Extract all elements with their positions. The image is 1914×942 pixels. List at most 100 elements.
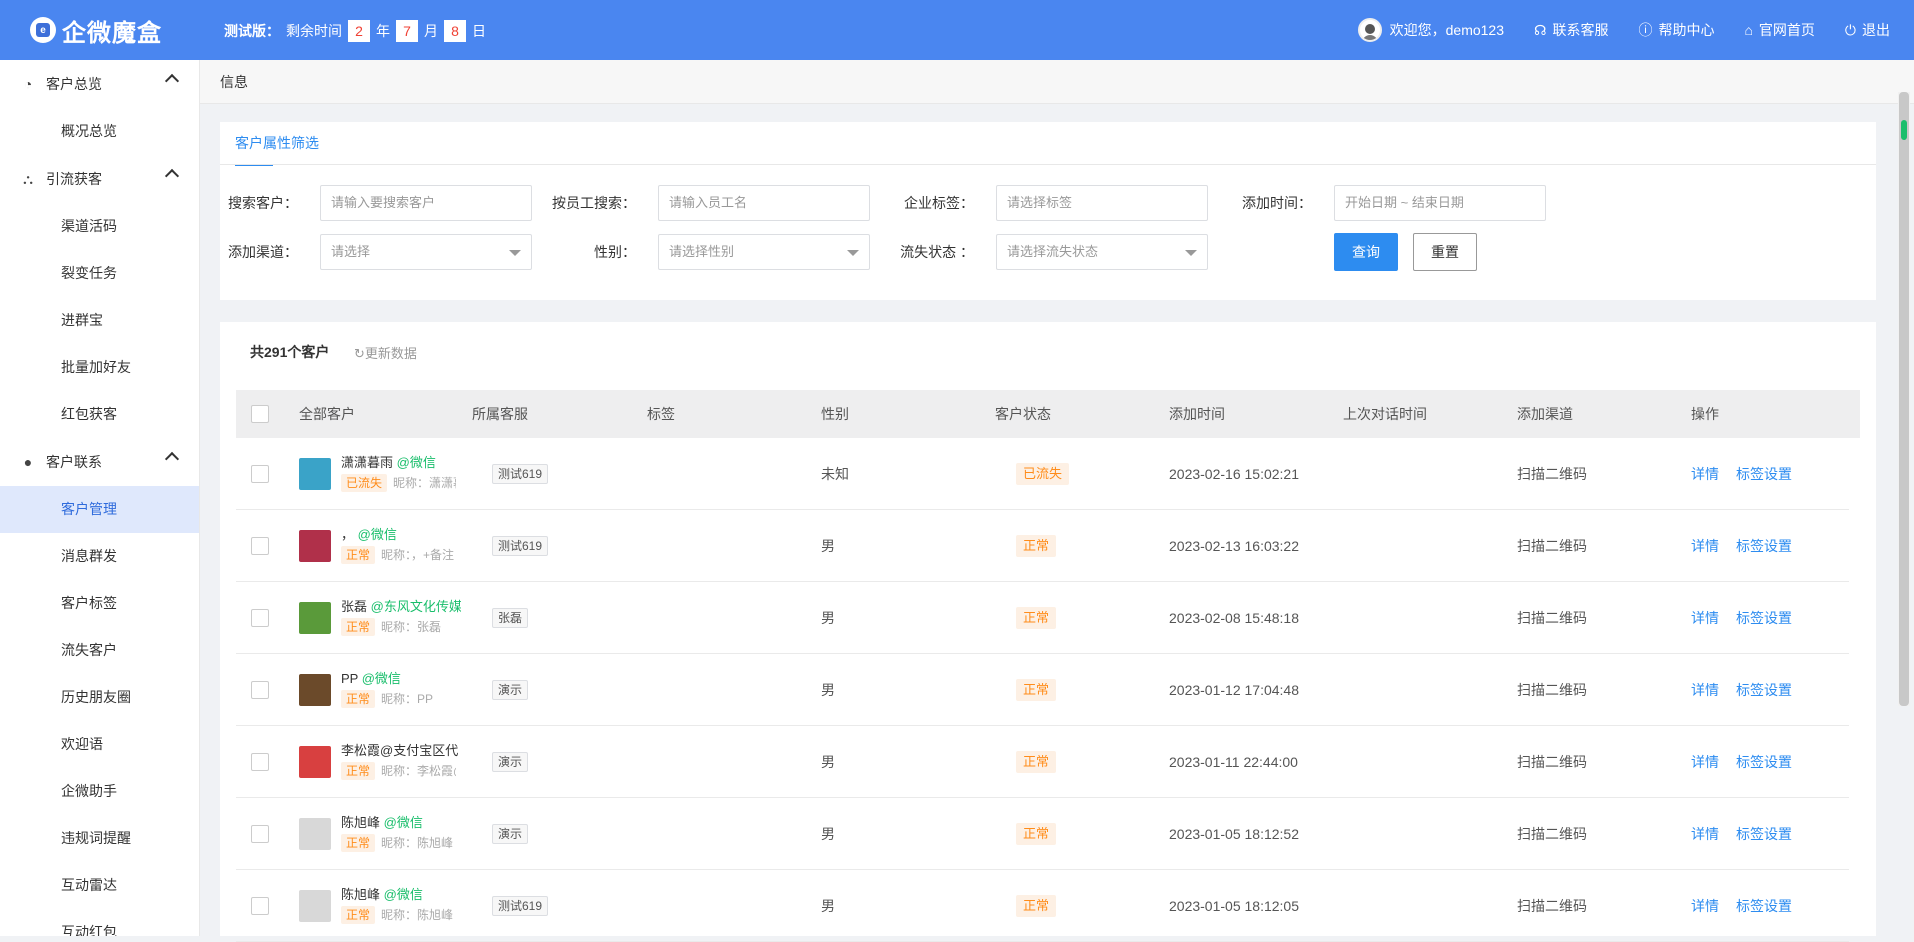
sidebar-item-customer-tags[interactable]: 客户标签 (0, 580, 199, 627)
scrollbar-thumb[interactable] (1899, 92, 1909, 706)
sidebar-item-violation-words[interactable]: 违规词提醒 (0, 815, 199, 862)
add-time-cell: 2023-02-13 16:03:22 (1169, 538, 1299, 554)
sidebar-item-moments-history[interactable]: 历史朋友圈 (0, 674, 199, 721)
customer-sub-line: 正常昵称：李松霞@ (341, 762, 456, 780)
customer-badge: 正常 (341, 690, 376, 708)
sidebar-group-label: 客户总览 (46, 76, 102, 92)
sidebar-item-assistant[interactable]: 企微助手 (0, 768, 199, 815)
customer-badge: 正常 (341, 834, 376, 852)
logout-label: 退出 (1862, 22, 1890, 38)
channel-cell: 扫描二维码 (1517, 682, 1587, 698)
customer-avatar (299, 674, 331, 706)
gender-cell: 男 (821, 826, 835, 842)
gender-cell: 男 (821, 682, 835, 698)
org-chart-icon: ⛬ (23, 170, 33, 187)
page-scrollbar[interactable] (1898, 92, 1910, 706)
channel-select[interactable]: 请选择 (320, 234, 532, 270)
sidebar-item-welcome-message[interactable]: 欢迎语 (0, 721, 199, 768)
sidebar-item-batch-add-friends[interactable]: 批量加好友 (0, 344, 199, 391)
customer-name: 张磊 (341, 599, 368, 614)
customer-badge: 正常 (341, 906, 376, 924)
sidebar-item-interaction-red-packet[interactable]: 互动红包 (0, 909, 199, 936)
breadcrumb-item[interactable]: 信息 (220, 74, 248, 90)
sidebar-group-traffic[interactable]: ⛬ 引流获客 (0, 155, 199, 203)
breadcrumb: 信息 (200, 60, 1914, 104)
add-time-cell: 2023-01-12 17:04:48 (1169, 682, 1299, 698)
sidebar-item-mass-message[interactable]: 消息群发 (0, 533, 199, 580)
sidebar-item-overview[interactable]: 概况总览 (0, 108, 199, 155)
sidebar-item-fission-task[interactable]: 裂变任务 (0, 250, 199, 297)
status-badge: 正常 (1016, 823, 1057, 845)
power-icon: ⏻ (1844, 21, 1856, 38)
tag-settings-link[interactable]: 标签设置 (1736, 654, 1792, 726)
table-row: PP @微信 正常 昵称：PP 演示男正常 2023-01-12 17:04:48 扫描二… (236, 654, 1849, 726)
caret-down-icon (1185, 250, 1197, 256)
headset-icon: ☊ (1534, 21, 1547, 38)
sidebar-item-customer-management[interactable]: 客户管理 (0, 486, 199, 533)
customer-name: PP (341, 671, 359, 686)
sidebar-item-channel-code[interactable]: 渠道活码 (0, 203, 199, 250)
add-time-cell: 2023-02-16 15:02:21 (1169, 466, 1299, 482)
detail-link[interactable]: 详情 (1691, 438, 1719, 510)
detail-link[interactable]: 详情 (1691, 582, 1719, 654)
table-header: 全部客户 所属客服 标签 性别 客户状态 添加时间 上次对话时间 添加渠道 操作 (236, 390, 1860, 438)
home-link[interactable]: ⌂ 官网首页 (1744, 20, 1814, 40)
customer-name-line: 潇潇暮雨 @微信 (341, 452, 461, 471)
tag-settings-link[interactable]: 标签设置 (1736, 870, 1792, 942)
app-logo[interactable]: e 企微魔盒 (30, 14, 162, 47)
sidebar-item-lost-customers[interactable]: 流失客户 (0, 627, 199, 674)
tag-settings-link[interactable]: 标签设置 (1736, 438, 1792, 510)
customer-nickname: 昵称：PP (381, 692, 434, 706)
gender-cell: 男 (821, 898, 835, 914)
select-all-checkbox[interactable] (251, 405, 269, 423)
gender-select[interactable]: 请选择性别 (658, 234, 870, 270)
logout-link[interactable]: ⏻ 退出 (1845, 20, 1890, 40)
sidebar-item-group-bao[interactable]: 进群宝 (0, 297, 199, 344)
sidebar-group-overview[interactable]: ◔ 客户总览 (0, 60, 199, 108)
query-button[interactable]: 查询 (1334, 233, 1398, 271)
row-checkbox[interactable] (251, 825, 269, 843)
user-menu[interactable]: 欢迎您，demo123 (1357, 18, 1504, 42)
row-checkbox[interactable] (251, 897, 269, 915)
customer-badge: 正常 (341, 762, 376, 780)
customer-name: 李松霞@支付宝区代 (341, 743, 459, 758)
table-row: 潇潇暮雨 @微信已流失昵称：潇潇暮雨测试619未知已流失2023-02-16 1… (236, 438, 1849, 510)
tag-settings-link[interactable]: 标签设置 (1736, 726, 1792, 798)
corp-tag-select[interactable]: 请选择标签 (996, 185, 1208, 221)
detail-link[interactable]: 详情 (1691, 510, 1719, 582)
top-header: e 企微魔盒 测试版： 剩余时间 2 年 7 月 8 日 欢迎您，demo123… (0, 0, 1914, 60)
lost-status-select[interactable]: 请选择流失状态 (996, 234, 1208, 270)
help-center-link[interactable]: ⓘ 帮助中心 (1638, 20, 1714, 40)
col-add-time: 添加时间 (1169, 406, 1225, 422)
detail-link[interactable]: 详情 (1691, 654, 1719, 726)
service-tag: 测试619 (492, 464, 549, 484)
sidebar-group-contact[interactable]: ● 客户联系 (0, 438, 199, 486)
customer-name: ， (341, 527, 355, 542)
date-range-picker[interactable]: 开始日期 ~ 结束日期 (1334, 185, 1546, 221)
reset-button[interactable]: 重置 (1413, 233, 1477, 271)
row-checkbox[interactable] (251, 753, 269, 771)
customer-list-panel: 共291个客户 ↻更新数据 全部客户 所属客服 标签 性别 客户状态 添加时间 … (220, 322, 1876, 942)
add-time-cell: 2023-02-08 15:48:18 (1169, 610, 1299, 626)
employee-search-input[interactable]: 请输入员工名 (658, 185, 870, 221)
gender-cell: 男 (821, 754, 835, 770)
row-checkbox[interactable] (251, 609, 269, 627)
scroll-indicator (1901, 120, 1907, 140)
row-checkbox[interactable] (251, 681, 269, 699)
tag-settings-link[interactable]: 标签设置 (1736, 510, 1792, 582)
tab-customer-attribute-filter[interactable]: 客户属性筛选 (235, 122, 319, 166)
col-tags: 标签 (647, 406, 675, 422)
detail-link[interactable]: 详情 (1691, 726, 1719, 798)
sidebar-item-red-packet[interactable]: 红包获客 (0, 391, 199, 438)
customer-sub-line: 正常 昵称：陈旭峰 (341, 834, 456, 852)
search-customer-input[interactable]: 请输入要搜索客户 (320, 185, 532, 221)
tag-settings-link[interactable]: 标签设置 (1736, 582, 1792, 654)
row-checkbox[interactable] (251, 465, 269, 483)
contact-support-link[interactable]: ☊ 联系客服 (1534, 20, 1608, 40)
detail-link[interactable]: 详情 (1691, 870, 1719, 942)
detail-link[interactable]: 详情 (1691, 798, 1719, 870)
tag-settings-link[interactable]: 标签设置 (1736, 798, 1792, 870)
refresh-data-button[interactable]: ↻更新数据 (354, 343, 417, 362)
row-checkbox[interactable] (251, 537, 269, 555)
sidebar-item-interaction-radar[interactable]: 互动雷达 (0, 862, 199, 909)
